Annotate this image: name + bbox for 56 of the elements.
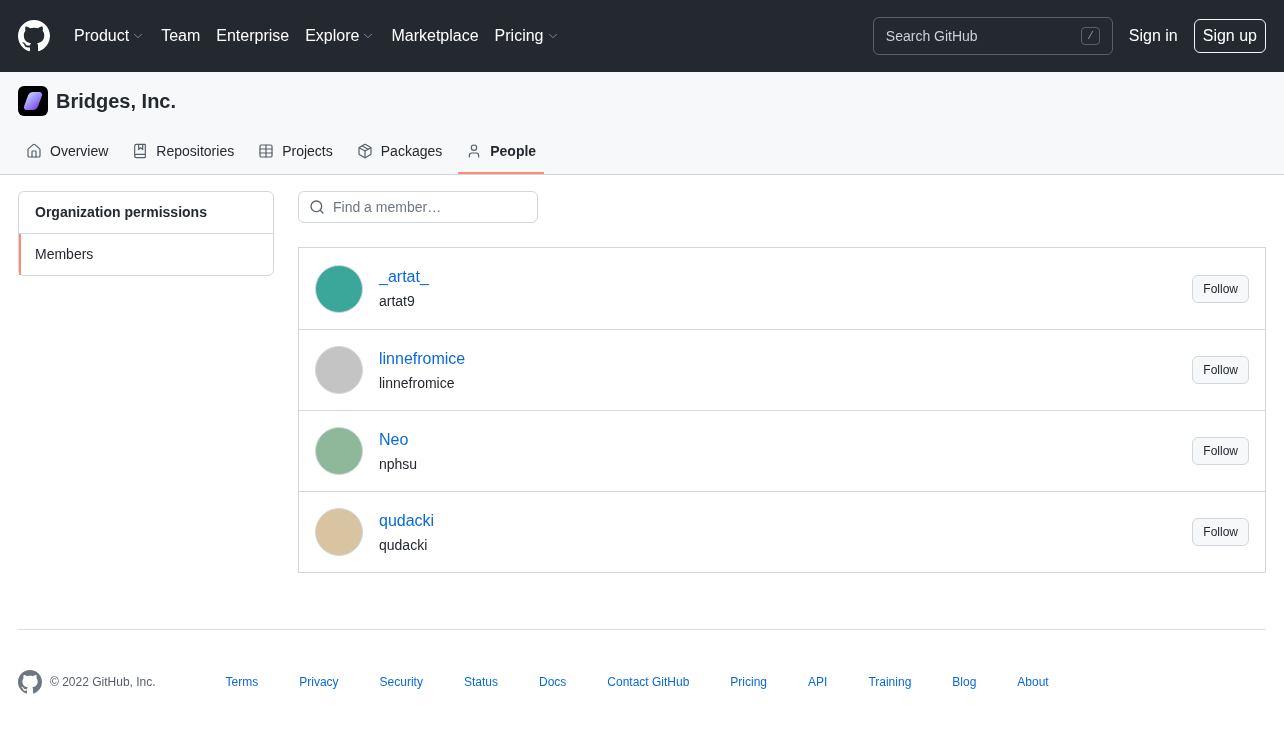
- avatar[interactable]: [315, 346, 363, 394]
- search-box[interactable]: Search GitHub /: [872, 17, 1113, 55]
- footer-link[interactable]: Training: [868, 673, 912, 691]
- nav-link[interactable]: Product: [74, 24, 146, 48]
- avatar[interactable]: [315, 427, 363, 475]
- github-logo-icon[interactable]: [18, 20, 50, 52]
- footer-link[interactable]: Docs: [538, 673, 567, 691]
- sidebar-item[interactable]: Members: [19, 234, 273, 275]
- search-field[interactable]: Search GitHub: [885, 25, 1082, 47]
- follow-button[interactable]: Follow: [1192, 356, 1249, 384]
- member-login: qudacki: [379, 535, 429, 555]
- org-tab[interactable]: People: [458, 130, 545, 174]
- follow-button[interactable]: Follow: [1192, 518, 1249, 546]
- nav-link[interactable]: Pricing: [494, 24, 560, 48]
- nav-link[interactable]: Enterprise: [216, 24, 290, 48]
- org-tab[interactable]: Projects: [250, 130, 341, 174]
- footer-link[interactable]: Security: [379, 673, 423, 691]
- member-login: linnefromice: [379, 373, 456, 393]
- box-icon: [356, 143, 373, 159]
- org-tab[interactable]: Overview: [18, 130, 117, 174]
- table-icon: [258, 143, 275, 159]
- org-tab[interactable]: Packages: [348, 130, 451, 174]
- shortcut-key: /: [1081, 27, 1100, 45]
- member-name-link[interactable]: qudacki: [379, 508, 1193, 533]
- sign-up-button[interactable]: Sign up: [1193, 19, 1266, 53]
- member-search-field[interactable]: Find a member…: [333, 196, 527, 218]
- footer-link[interactable]: API: [808, 673, 828, 691]
- footer-link[interactable]: Pricing: [730, 673, 768, 691]
- copyright-text: © 2022 GitHub, Inc.: [50, 674, 156, 691]
- nav-link[interactable]: Team: [161, 24, 201, 48]
- footer-link[interactable]: Contact GitHub: [607, 673, 690, 691]
- follow-button[interactable]: Follow: [1192, 437, 1249, 465]
- member-login: nphsu: [379, 454, 419, 474]
- sidebar-title: Organization permissions: [19, 192, 273, 234]
- footer-link[interactable]: About: [1017, 673, 1049, 691]
- avatar[interactable]: [315, 508, 363, 556]
- member-name-link[interactable]: Neo: [379, 427, 1193, 452]
- org-logo-icon: [18, 86, 48, 116]
- nav-link[interactable]: Marketplace: [391, 24, 479, 48]
- nav-link[interactable]: Explore: [305, 24, 376, 48]
- search-icon: [309, 199, 325, 215]
- sign-in-link[interactable]: Sign in: [1128, 24, 1178, 48]
- org-name: Bridges, Inc.: [56, 89, 177, 114]
- follow-button[interactable]: Follow: [1192, 274, 1249, 303]
- footer-link[interactable]: Status: [463, 673, 498, 691]
- member-name-link[interactable]: linnefromice: [379, 346, 1193, 371]
- member-name-link[interactable]: _artat_: [379, 265, 1193, 289]
- footer-link[interactable]: Terms: [225, 673, 259, 691]
- member-search-box[interactable]: Find a member…: [298, 191, 538, 223]
- footer-link[interactable]: Privacy: [299, 673, 339, 691]
- org-tab[interactable]: Repositories: [124, 130, 243, 174]
- avatar[interactable]: [315, 264, 363, 313]
- member-login: artat9: [379, 292, 416, 311]
- home-icon: [26, 143, 42, 159]
- footer-link[interactable]: Blog: [952, 673, 977, 691]
- book-icon: [132, 143, 149, 159]
